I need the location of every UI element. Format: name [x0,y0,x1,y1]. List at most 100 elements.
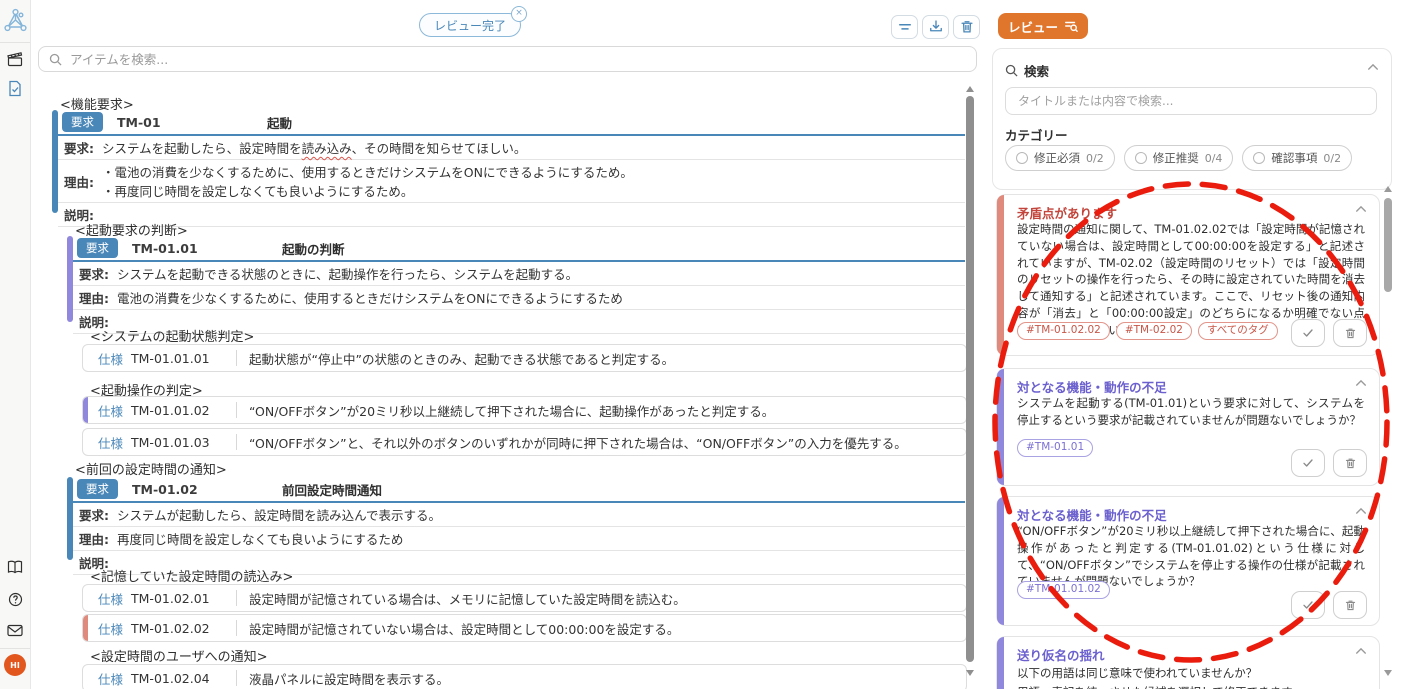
download-button[interactable] [922,15,949,39]
radio-icon [1253,152,1265,164]
spec-badge: 仕様 [98,433,123,452]
review-card-contradiction[interactable]: 矛盾点があります 設定時間の通知に関して、TM-01.02.02では「設定時間が… [996,194,1380,356]
accept-comment-button[interactable] [1291,449,1325,477]
delete-button[interactable] [953,15,980,39]
clapperboard-icon[interactable] [0,52,30,67]
field-value: システムを起動したら、設定時間を読み込み、その時間を知らせてほしい。 [102,138,526,157]
requirement-card-tm0102[interactable]: 要求 TM-01.02 前回設定時間通知 要求: システムが起動したら、設定時間… [67,477,965,560]
user-avatar[interactable]: HI [4,654,26,676]
tag[interactable]: #TM-01.01.02 [1017,581,1110,599]
field-row-reason: 理由: 電池の消費を少なくするために、使用するときだけシステムをONにできるよう… [73,286,965,310]
review-complete-chip[interactable]: レビュー完了 × [419,13,521,37]
divider [236,620,237,636]
divider [236,590,237,606]
requirement-card-tm0101[interactable]: 要求 TM-01.01 起動の判断 要求: システムを起動できる状態のときに、起… [67,236,965,322]
filter-icon [896,18,914,36]
divider [236,350,237,366]
list-search-icon [1064,19,1078,33]
tag[interactable]: #TM-02.02 [1116,322,1192,340]
review-card-missing-pair-1[interactable]: 対となる機能・動作の不足 システムを起動する(TM-01.01)という要求に対し… [996,368,1380,486]
spec-row-tm010204[interactable]: 仕様 TM-01.02.04 液晶パネルに設定時間を表示する。 [82,664,967,689]
review-card-title: 対となる機能・動作の不足 [1017,505,1167,524]
spec-row-tm010201[interactable]: 仕様 TM-01.02.01 設定時間が記憶されている場合は、メモリに記憶してい… [82,584,967,612]
review-button[interactable]: レビュー [998,13,1088,39]
section-heading-prev-time: <前回の設定時間の通知> [75,459,227,478]
chip-close-icon[interactable]: × [511,6,527,22]
check-icon [1300,455,1316,471]
collapse-chevron-icon[interactable] [1355,205,1367,213]
review-card-title: 対となる機能・動作の不足 [1017,377,1167,396]
radio-icon [1016,152,1028,164]
spec-row-tm010102[interactable]: 仕様 TM-01.01.02 “ON/OFFボタン”が20ミリ秒以上継続して押下… [82,396,967,424]
collapse-chevron-icon[interactable] [1367,63,1379,71]
card-color-bar [997,637,1004,689]
accept-comment-button[interactable] [1291,591,1325,619]
field-row-reason: 理由: ・電池の消費を少なくするために、使用するときだけシステムをONにできるよ… [58,160,965,203]
mail-icon[interactable] [0,624,30,637]
spellcheck-squiggle: 読み込み [302,141,352,156]
review-card-title: 送り仮名の揺れ [1017,645,1105,664]
req-id: TM-01.02 [132,482,282,497]
req-title: 前回設定時間通知 [282,480,382,499]
tag[interactable]: #TM-01.01 [1017,439,1093,457]
review-scrollbar-up[interactable] [1384,186,1392,192]
main-scrollbar-up[interactable] [966,86,974,92]
tag[interactable]: すべてのタグ [1198,322,1278,340]
field-row-desc: 説明: [58,203,965,227]
review-card-title: 矛盾点があります [1017,203,1117,222]
review-card-okurigana[interactable]: 送り仮名の揺れ 以下の用語は同じ意味で使われていませんか？ 用語・表記を統一させ… [996,636,1380,689]
spec-id: TM-01.01.03 [131,435,236,450]
review-scrollbar-thumb[interactable] [1384,198,1392,292]
review-search-input[interactable] [1016,93,1376,109]
divider [236,402,237,418]
review-card-missing-pair-2[interactable]: 対となる機能・動作の不足 “ON/OFFボタン”が20ミリ秒以上継続して押下され… [996,496,1380,626]
trash-icon [1343,456,1358,471]
help-icon[interactable] [0,592,30,607]
req-badge: 要求 [77,479,118,499]
item-search-input[interactable] [68,51,976,68]
delete-comment-button[interactable] [1333,591,1367,619]
category-chip-recommended[interactable]: 修正推奨 0/4 [1124,145,1234,171]
spec-id: TM-01.02.04 [131,671,236,686]
field-value: 電池の消費を少なくするために、使用するときだけシステムをONにできるようにするた… [117,288,623,307]
field-label: 理由: [64,172,102,191]
review-complete-label: レビュー完了 [434,17,506,34]
main-scrollbar-down[interactable] [966,670,974,676]
spec-row-tm010101[interactable]: 仕様 TM-01.01.01 起動状態が“停止中”の状態のときのみ、起動できる状… [82,344,967,372]
document-check-icon[interactable] [0,80,30,97]
spec-row-tm010202[interactable]: 仕様 TM-01.02.02 設定時間が記憶されていない場合は、設定時間として0… [82,614,967,642]
search-section-header: 検索 [1005,61,1049,80]
field-value: ・電池の消費を少なくするために、使用するときだけシステムをONにできるようにする… [102,162,633,200]
accept-comment-button[interactable] [1291,319,1325,347]
section-heading-startup-state: <システムの起動状態判定> [90,326,254,345]
category-chip-must-fix[interactable]: 修正必須 0/2 [1005,145,1115,171]
req-badge: 要求 [77,238,118,258]
field-row-reason: 理由: 再度同じ時間を設定しなくても良いようにするため [73,527,965,551]
filter-button[interactable] [891,15,918,39]
collapse-chevron-icon[interactable] [1355,647,1367,655]
field-label: 理由: [79,288,117,307]
main-scrollbar-thumb[interactable] [966,96,974,662]
divider [236,434,237,450]
field-label: 要求: [64,138,102,157]
book-icon[interactable] [0,560,30,574]
spec-text: “ON/OFFボタン”が20ミリ秒以上継続して押下された場合に、起動操作があった… [249,401,774,420]
spec-text: 液晶パネルに設定時間を表示する。 [249,669,449,688]
delete-comment-button[interactable] [1333,449,1367,477]
spec-text: 起動状態が“停止中”の状態のときのみ、起動できる状態であると判定する。 [249,349,674,368]
collapse-chevron-icon[interactable] [1355,379,1367,387]
field-row-req: 要求: システムを起動したら、設定時間を読み込み、その時間を知らせてほしい。 [58,136,965,160]
tag[interactable]: #TM-01.02.02 [1017,322,1110,340]
app-logo[interactable] [0,8,30,34]
req-title: 起動 [267,113,292,132]
spec-row-tm010103[interactable]: 仕様 TM-01.01.03 “ON/OFFボタン”と、それ以外のボタンのいずれ… [82,428,967,456]
spec-badge: 仕様 [98,401,123,420]
category-chips: 修正必須 0/2 修正推奨 0/4 確認事項 0/2 [1005,145,1352,171]
sidebar: HI [0,0,31,689]
collapse-chevron-icon[interactable] [1355,507,1367,515]
delete-comment-button[interactable] [1333,319,1367,347]
requirement-card-tm01[interactable]: 要求 TM-01 起動 要求: システムを起動したら、設定時間を読み込み、その時… [52,110,965,213]
section-heading-user-notify: <設定時間のユーザへの通知> [90,646,268,665]
review-scrollbar-down[interactable] [1384,670,1392,676]
category-chip-confirm[interactable]: 確認事項 0/2 [1242,145,1352,171]
